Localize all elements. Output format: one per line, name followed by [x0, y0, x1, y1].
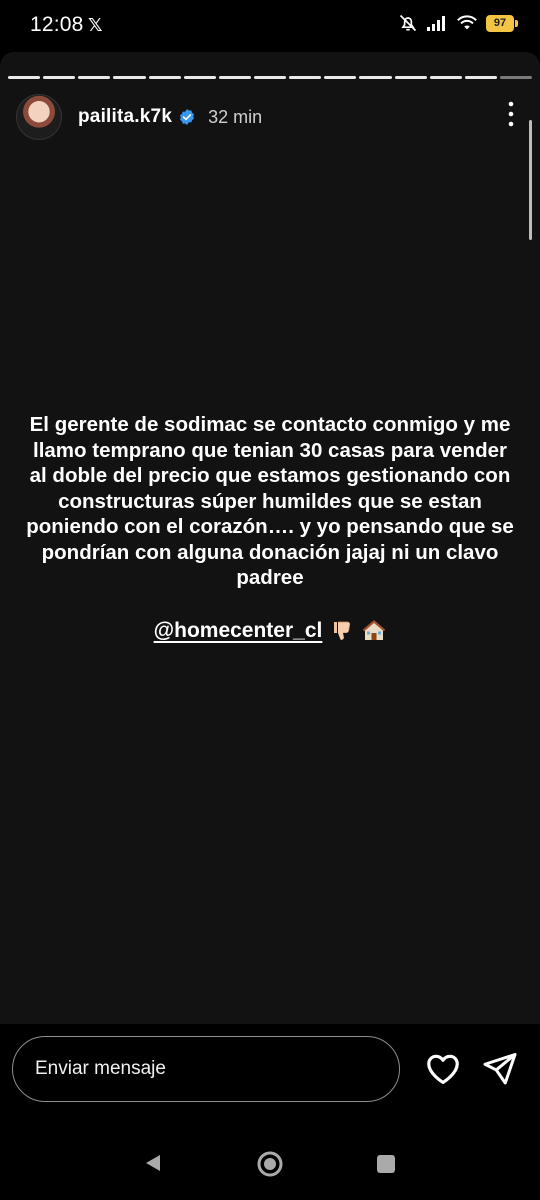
scrollbar[interactable]	[529, 120, 532, 240]
wifi-icon	[457, 15, 477, 30]
progress-segment	[43, 76, 76, 79]
progress-segment	[464, 76, 497, 79]
verified-badge-icon	[180, 109, 195, 125]
story-viewer[interactable]: pailita.k7k 32 min El gerente de sodimac…	[0, 52, 540, 1024]
reply-bar: Enviar mensaje	[0, 1024, 540, 1124]
progress-segment	[499, 76, 533, 79]
message-input[interactable]: Enviar mensaje	[12, 1036, 400, 1102]
progress-segment	[429, 76, 462, 79]
avatar[interactable]	[16, 94, 62, 140]
progress-segment	[324, 76, 357, 79]
story-text: El gerente de sodimac se contacto conmig…	[26, 413, 514, 589]
home-icon[interactable]	[256, 1150, 284, 1178]
progress-segment	[8, 76, 41, 79]
house-icon	[363, 620, 386, 640]
recents-icon[interactable]	[376, 1154, 396, 1174]
signal-icon	[427, 16, 445, 31]
status-bar: 12:08 𝕏 97	[0, 0, 540, 52]
status-icons: 97	[398, 13, 518, 33]
mention-row: @homecenter_cl	[0, 619, 540, 643]
progress-segment	[113, 76, 146, 79]
mention-sticker[interactable]: @homecenter_cl	[154, 619, 323, 643]
story-header: pailita.k7k 32 min	[16, 92, 524, 142]
progress-segment	[394, 76, 427, 79]
battery-tip	[515, 19, 518, 27]
back-icon[interactable]	[142, 1152, 164, 1174]
progress-segment	[78, 76, 111, 79]
navigation-bar	[0, 1124, 540, 1200]
username[interactable]: pailita.k7k	[78, 106, 172, 128]
message-placeholder: Enviar mensaje	[35, 1058, 166, 1079]
progress-segment	[148, 76, 181, 79]
progress-segment	[289, 76, 322, 79]
thumbs-down-icon	[334, 621, 351, 640]
progress-segment	[218, 76, 251, 79]
battery-icon: 97	[486, 14, 514, 32]
progress-segment	[359, 76, 392, 79]
send-icon[interactable]	[482, 1050, 518, 1086]
progress-segment	[253, 76, 287, 79]
more-options-icon[interactable]	[508, 100, 514, 128]
progress-segment	[183, 76, 216, 79]
x-logo-icon: 𝕏	[88, 15, 103, 35]
story-progress-bar	[8, 76, 533, 79]
heart-icon[interactable]	[424, 1050, 462, 1088]
mute-icon	[399, 14, 417, 32]
clock: 12:08	[30, 13, 84, 36]
story-time: 32 min	[208, 106, 263, 127]
